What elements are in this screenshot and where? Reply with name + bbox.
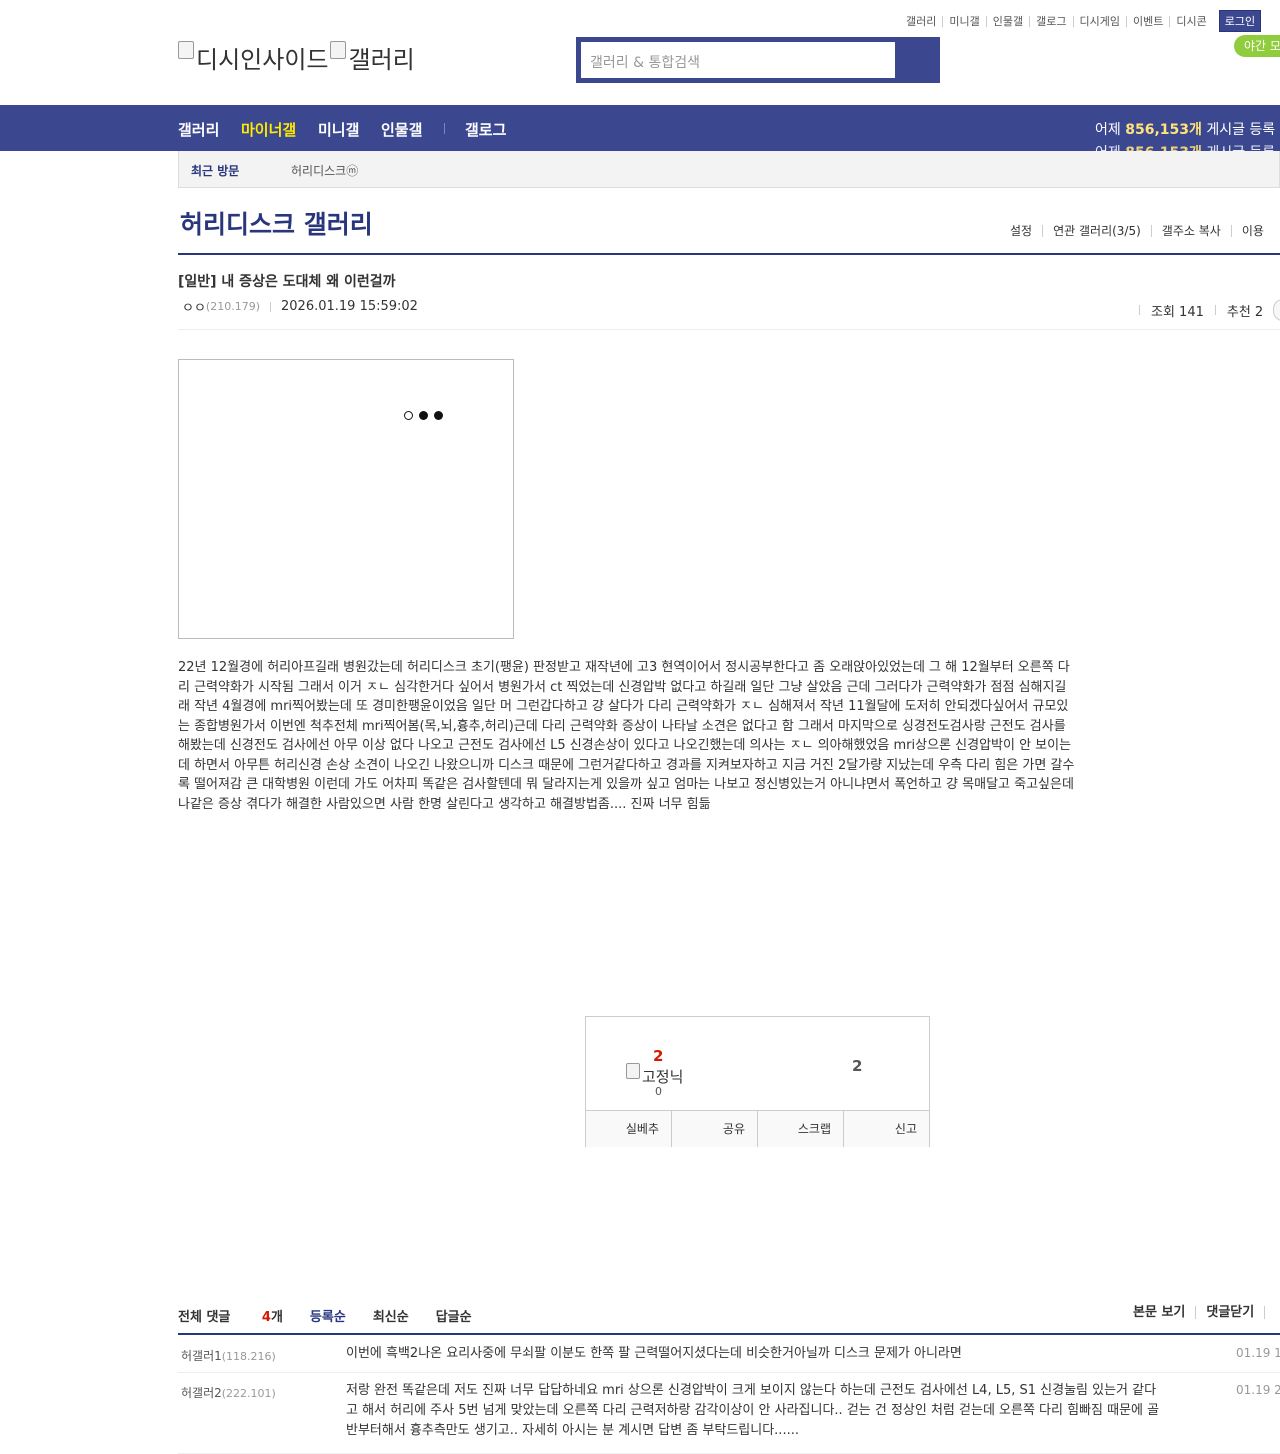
site-logo[interactable]: 디시인사이드 갤러리 bbox=[178, 40, 415, 75]
copy-gallery-url-link[interactable]: 갤주소 복사 bbox=[1150, 225, 1231, 237]
comment-date: 01.19 22 bbox=[1236, 1383, 1280, 1397]
meta-divider bbox=[1139, 305, 1140, 315]
sort-by-replies[interactable]: 답글순 bbox=[436, 1306, 472, 1325]
post-header-divider bbox=[178, 329, 1280, 330]
recent-visit-bar: 최근 방문 허리디스크ⓜ bbox=[178, 151, 1280, 188]
gallery-menu: 설정 연관 갤러리(3/5) 갤주소 복사 이용 bbox=[1000, 225, 1274, 237]
search-button[interactable] bbox=[896, 37, 940, 83]
top-utility-links: 갤러리 미니갤 인물갤 갤로그 디시게임 이벤트 디시콘 로그인 bbox=[900, 10, 1262, 32]
post-action-buttons: 실베추 공유 스크랩 신고 bbox=[586, 1110, 929, 1147]
share-button[interactable]: 공유 bbox=[671, 1111, 757, 1147]
comment-text: 저랑 완전 똑같은데 저도 진짜 너무 답답하네요 mri 상으론 신경압박이 … bbox=[346, 1383, 1160, 1438]
top-link-person-gall[interactable]: 인물갤 bbox=[985, 15, 1029, 27]
post-date: 2026.01.19 15:59:02 bbox=[281, 299, 418, 314]
post-count-ticker: 어제 856,153개 게시글 등록 bbox=[1095, 119, 1275, 139]
sort-by-registered[interactable]: 등록순 bbox=[310, 1306, 346, 1325]
downvote-count: 2 bbox=[852, 1057, 863, 1075]
best-recommend-button[interactable]: 실베추 bbox=[586, 1111, 671, 1147]
post-count-ticker-next: 어제 856,153개 게시글 등록 bbox=[1095, 142, 1275, 151]
comment-author-name: 허갤러2 bbox=[181, 1386, 222, 1400]
view-post-link[interactable]: 본문 보기 bbox=[1123, 1306, 1195, 1319]
nav-divider bbox=[444, 123, 445, 134]
post-body: 22년 12월경에 허리아프길래 병원갔는데 허리디스크 초기(팽윤) 판정받고… bbox=[178, 660, 1075, 812]
post-meta: ㅇㅇ (210.179) 2026.01.19 15:59:02 bbox=[182, 297, 418, 316]
nav-mini-gallery[interactable]: 미니갤 bbox=[318, 119, 359, 140]
main-nav: 갤러리 마이너갤 미니갤 인물갤 갤로그 어제 856,153개 게시글 등록 … bbox=[0, 105, 1280, 151]
post-recommend-count: 추천 2 bbox=[1226, 304, 1264, 320]
nav-gallog[interactable]: 갤로그 bbox=[465, 119, 506, 140]
comment-author-name: 허갤러1 bbox=[181, 1349, 222, 1363]
comments-divider bbox=[178, 1333, 1280, 1335]
comment-date: 01.19 16 bbox=[1236, 1346, 1280, 1360]
fixed-nick-alt: 고정닉 bbox=[642, 1068, 684, 1086]
comment-total-suffix: 개 bbox=[270, 1310, 283, 1325]
ticker-prefix: 어제 bbox=[1095, 122, 1121, 138]
related-gallery-link[interactable]: 연관 갤러리(3/5) bbox=[1042, 225, 1151, 237]
post-title: [일반] 내 증상은 도대체 왜 이런걸까 bbox=[178, 274, 396, 290]
comment-text: 이번에 흑백2나온 요리사중에 무쇠팔 이분도 한쪽 팔 근력떨어지셨다는데 비… bbox=[346, 1346, 962, 1361]
loading-dots-icon bbox=[404, 411, 443, 420]
post-views: 조회 141 bbox=[1151, 304, 1204, 320]
logo-section-alt: 갤러리 bbox=[348, 46, 415, 74]
top-link-minigall[interactable]: 미니갤 bbox=[942, 15, 985, 27]
gallery-settings-link[interactable]: 설정 bbox=[1000, 225, 1042, 237]
ticker-count: 856,153개 bbox=[1125, 122, 1202, 138]
search-bar: 갤러리 & 통합검색 bbox=[576, 37, 940, 83]
logo-site-alt: 디시인사이드 bbox=[196, 46, 329, 74]
nav-minor-gallery[interactable]: 마이너갤 bbox=[241, 119, 296, 140]
broken-image-icon bbox=[330, 40, 347, 59]
search-placeholder: 갤러리 & 통합검색 bbox=[590, 55, 700, 71]
post-stats: 조회 141 추천 2 bbox=[1128, 299, 1280, 321]
meta-divider bbox=[270, 301, 271, 312]
post-author[interactable]: ㅇㅇ bbox=[182, 297, 206, 316]
refresh-comments-link[interactable] bbox=[1264, 1306, 1280, 1319]
comment-author-ip: (222.101) bbox=[221, 1387, 276, 1400]
comment-row: 허갤러2(222.101) 저랑 완전 똑같은데 저도 진짜 너무 답답하네요 … bbox=[178, 1373, 1280, 1454]
recent-gallery-link[interactable]: 허리디스크ⓜ bbox=[291, 162, 358, 179]
login-button[interactable]: 로그인 bbox=[1218, 10, 1262, 32]
comment-author[interactable]: 허갤러2(222.101) bbox=[181, 1384, 276, 1401]
top-link-dccon[interactable]: 디시콘 bbox=[1169, 15, 1212, 27]
comments-header: 전체 댓글 4개 등록순 최신순 답글순 본문 보기 댓글닫기 bbox=[178, 1306, 1280, 1334]
comment-total-label: 전체 댓글 bbox=[178, 1310, 231, 1325]
comment-author[interactable]: 허갤러1(118.216) bbox=[181, 1347, 276, 1364]
meta-divider bbox=[1214, 305, 1216, 315]
top-link-gallery[interactable]: 갤러리 bbox=[900, 16, 942, 27]
usage-link[interactable]: 이용 bbox=[1230, 225, 1274, 237]
post-author-ip: (210.179) bbox=[205, 300, 260, 313]
night-mode-toggle[interactable]: 야간 모 bbox=[1234, 35, 1280, 57]
broken-image-icon bbox=[178, 40, 194, 59]
comment-total: 전체 댓글 4개 bbox=[178, 1306, 283, 1325]
comment-total-count: 4 bbox=[261, 1310, 271, 1325]
top-link-dcgame[interactable]: 디시게임 bbox=[1072, 15, 1126, 27]
recommend-box: 2 고정닉 0 2 실베추 공유 스크랩 신고 bbox=[585, 1016, 930, 1147]
close-comments-link[interactable]: 댓글닫기 bbox=[1195, 1306, 1264, 1319]
scrap-button[interactable]: 스크랩 bbox=[757, 1111, 843, 1147]
comment-author-ip: (118.216) bbox=[221, 1350, 276, 1363]
top-link-event[interactable]: 이벤트 bbox=[1125, 15, 1169, 27]
search-input[interactable]: 갤러리 & 통합검색 bbox=[581, 42, 895, 78]
comment-row: 허갤러1(118.216) 이번에 흑백2나온 요리사중에 무쇠팔 이분도 한쪽… bbox=[178, 1336, 1280, 1373]
title-divider bbox=[178, 253, 1280, 255]
report-button[interactable]: 신고 bbox=[843, 1111, 929, 1147]
post-image[interactable] bbox=[178, 359, 514, 639]
upvote-count: 2 bbox=[653, 1047, 664, 1065]
nav-gallery[interactable]: 갤러리 bbox=[178, 119, 219, 140]
ticker-suffix: 게시글 등록 bbox=[1206, 122, 1276, 138]
broken-image-icon bbox=[626, 1062, 640, 1079]
fixed-nick-upvote-button[interactable]: 고정닉 bbox=[626, 1062, 684, 1087]
top-link-gallog[interactable]: 갤로그 bbox=[1029, 15, 1072, 27]
fixed-nick-count: 0 bbox=[655, 1085, 662, 1098]
recent-visit-label[interactable]: 최근 방문 bbox=[191, 162, 239, 179]
gallery-title[interactable]: 허리디스크 갤러리 bbox=[180, 205, 373, 241]
sort-by-latest[interactable]: 최신순 bbox=[373, 1306, 409, 1325]
more-options-button[interactable] bbox=[1273, 299, 1280, 321]
nav-person-gallery[interactable]: 인물갤 bbox=[381, 119, 422, 140]
